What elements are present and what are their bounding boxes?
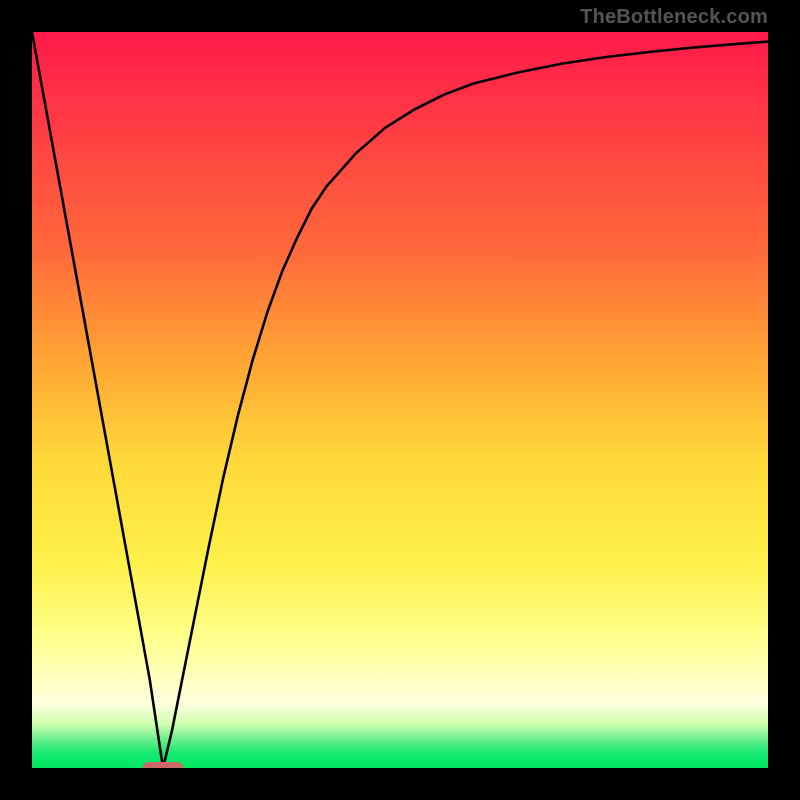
- bottleneck-curve: [32, 32, 768, 768]
- curve-layer: [32, 32, 768, 768]
- min-marker: [143, 762, 183, 768]
- plot-area: [32, 32, 768, 768]
- chart-frame: TheBottleneck.com: [0, 0, 800, 800]
- watermark-text: TheBottleneck.com: [580, 6, 768, 29]
